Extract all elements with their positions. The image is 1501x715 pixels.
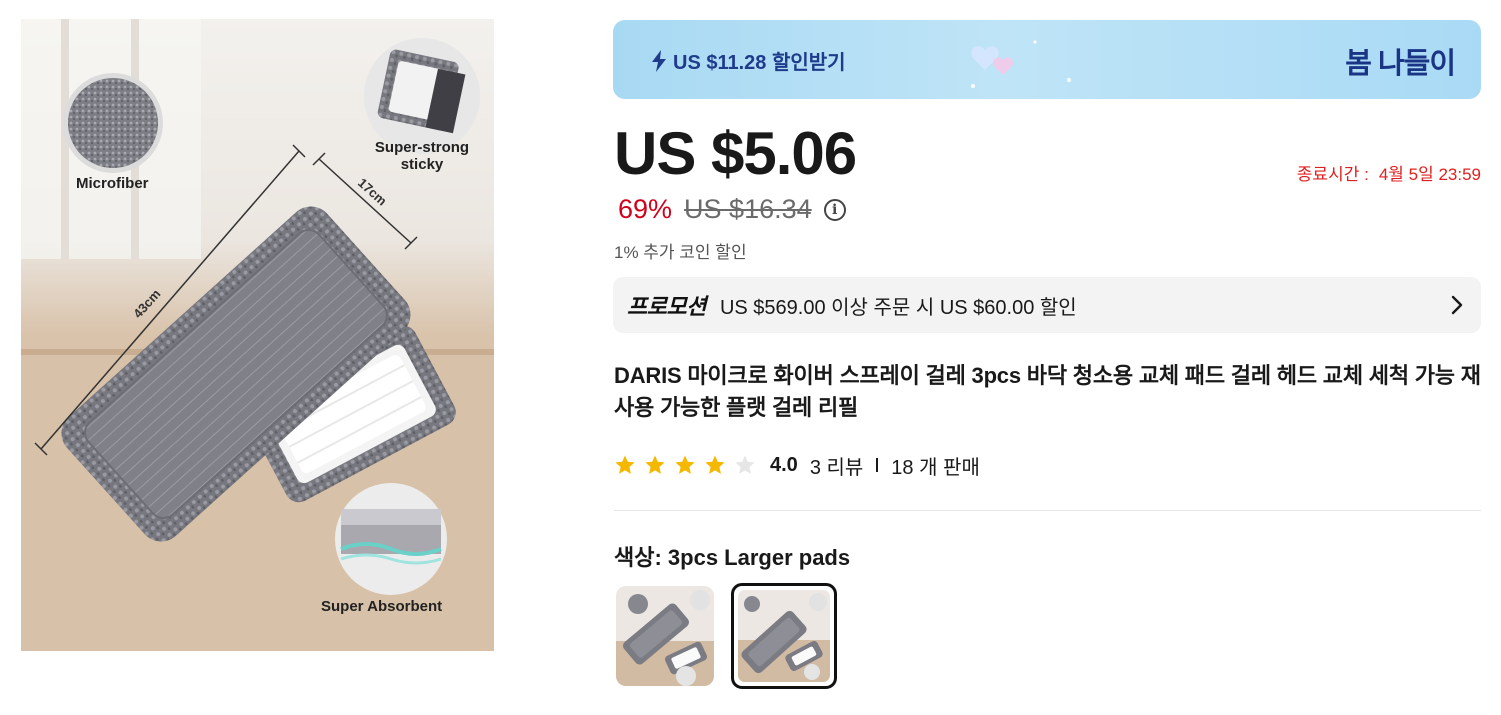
promotion-tag: 프로모션: [627, 294, 706, 319]
star-icon: [615, 455, 635, 474]
end-time-value: 4월 5일 23:59: [1378, 165, 1481, 184]
star-rating: [614, 454, 756, 476]
current-price: US $5.06: [614, 120, 857, 187]
info-icon[interactable]: i: [823, 198, 846, 221]
product-photo: 43cm 17cm: [21, 19, 494, 651]
coupon-banner[interactable]: US $11.28 할인받기 봄 나들이: [613, 20, 1481, 99]
star-icon: [675, 455, 695, 474]
variant-thumbnail: [738, 590, 830, 682]
hearts-decoration-icon: [971, 40, 1071, 88]
star-empty-icon: [735, 455, 755, 474]
microfiber-label: Microfiber: [76, 175, 149, 192]
promotion-bar[interactable]: 프로모션 US $569.00 이상 주문 시 US $60.00 할인: [613, 277, 1481, 333]
rating-row[interactable]: 4.0 3 리뷰 18 개 판매: [614, 450, 980, 480]
coin-discount-note: 1% 추가 코인 할인: [614, 243, 747, 262]
coupon-text: US $11.28 할인받기: [673, 52, 846, 74]
coupon-claim[interactable]: US $11.28 할인받기: [651, 46, 846, 75]
star-icon: [705, 455, 725, 474]
variant-label: 색상: 3pcs Larger pads: [614, 545, 851, 570]
sale-end-time: 종료시간 : 4월 5일 23:59: [1297, 160, 1481, 185]
chevron-right-icon[interactable]: [1451, 295, 1463, 315]
discount-percent: 69%: [618, 194, 673, 224]
variant-option-2-selected[interactable]: [731, 583, 837, 689]
rating-score: 4.0: [770, 453, 798, 476]
event-title: 봄 나들이: [1345, 48, 1456, 80]
product-main-image[interactable]: 43cm 17cm Microfiber Super-strong sticky…: [21, 19, 494, 651]
variant-option-1[interactable]: [616, 586, 714, 686]
separator: [876, 458, 879, 472]
star-icon: [645, 455, 665, 474]
end-time-label: 종료시간 :: [1296, 165, 1369, 184]
discount-row: 69% US $16.34 i: [618, 194, 846, 225]
sold-count: 18 개 판매: [891, 456, 980, 479]
variant-thumbnail: [616, 586, 714, 686]
product-title: DARIS 마이크로 화이버 스프레이 걸레 3pcs 바닥 청소용 교체 패드…: [614, 363, 1481, 420]
divider: [614, 510, 1481, 511]
super-sticky-label: Super-strong sticky: [374, 139, 470, 173]
super-absorbent-label: Super Absorbent: [321, 598, 443, 615]
original-price: US $16.34: [684, 194, 812, 224]
promotion-text: US $569.00 이상 주문 시 US $60.00 할인: [719, 296, 1077, 319]
lightning-icon: [652, 49, 666, 72]
review-count-link[interactable]: 3 리뷰: [810, 451, 863, 480]
